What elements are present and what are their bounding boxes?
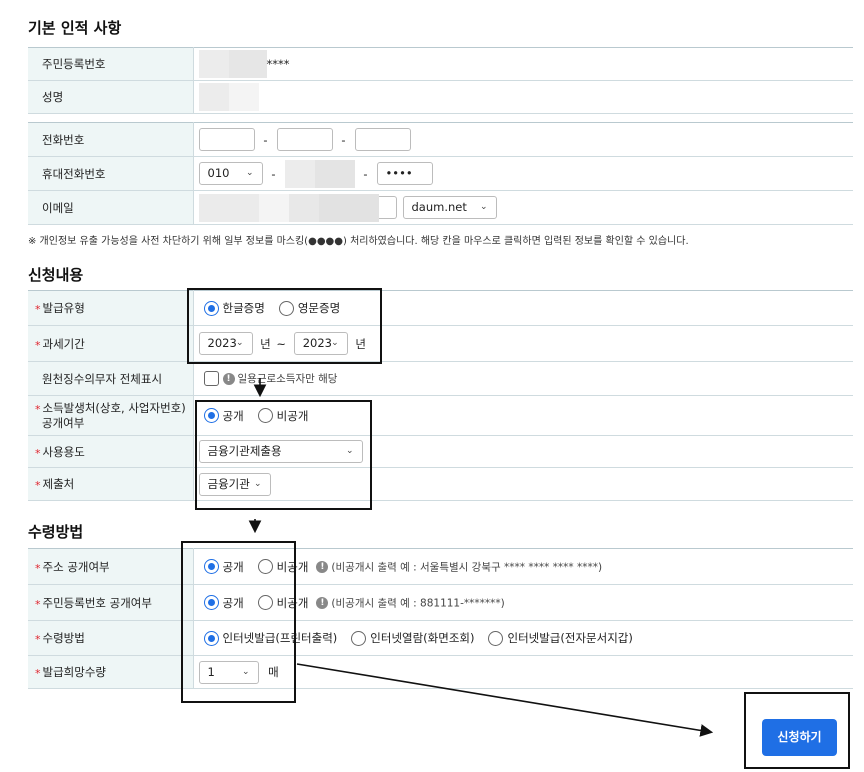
apply-button[interactable]: 신청하기	[762, 719, 837, 756]
arrow-to-submit	[296, 663, 714, 737]
annotation-arrows	[248, 378, 714, 737]
